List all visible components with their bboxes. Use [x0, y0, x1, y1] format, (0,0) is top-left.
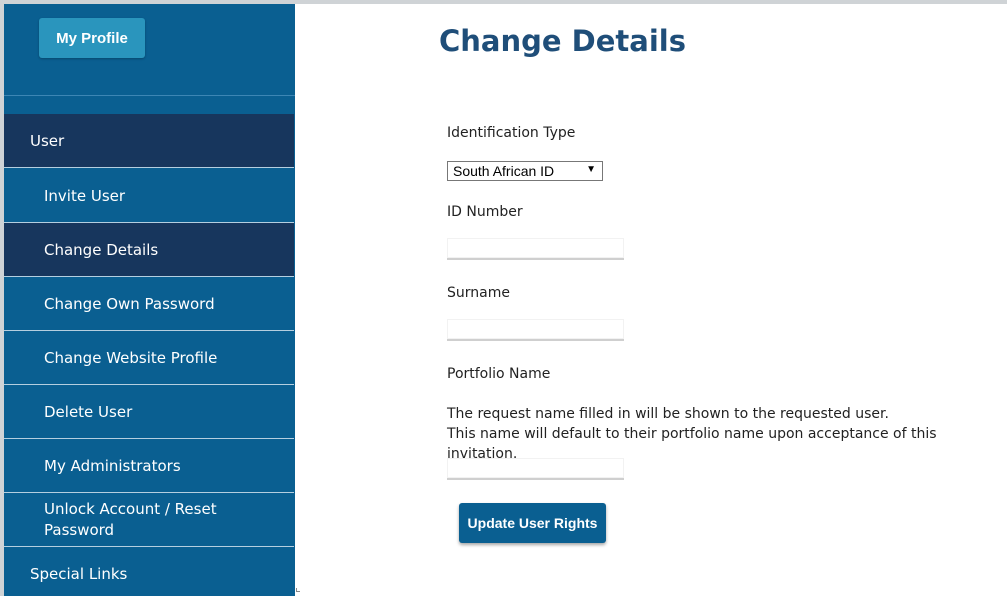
resize-handle-icon	[296, 588, 300, 592]
sidebar-item-label: Special Links	[30, 564, 128, 583]
sidebar-item-invite-user[interactable]: Invite User	[4, 169, 294, 223]
sidebar-item-label: Change Own Password	[44, 294, 215, 313]
my-profile-button[interactable]: My Profile	[39, 18, 145, 58]
sidebar-item-my-administrators[interactable]: My Administrators	[4, 439, 294, 493]
note-line-2: This name will default to their portfoli…	[447, 426, 937, 462]
identification-type-select[interactable]: South African ID ▼	[447, 161, 603, 181]
identification-type-label: Identification Type	[447, 125, 576, 141]
surname-input[interactable]	[447, 319, 624, 341]
dropdown-arrow-icon: ▼	[586, 164, 596, 175]
identification-type-value: South African ID	[453, 163, 555, 179]
id-number-label: ID Number	[447, 204, 523, 220]
sidebar-item-label: Unlock Account / Reset Password	[44, 499, 217, 541]
profile-area: My Profile	[4, 4, 295, 96]
sidebar-item-delete-user[interactable]: Delete User	[4, 385, 294, 439]
sidebar-item-unlock-account[interactable]: Unlock Account / Reset Password	[4, 493, 294, 547]
portfolio-name-input[interactable]	[447, 458, 624, 480]
update-user-rights-button[interactable]: Update User Rights	[459, 503, 606, 543]
surname-label: Surname	[447, 285, 510, 301]
sidebar-item-label: My Administrators	[44, 456, 181, 475]
id-number-input[interactable]	[447, 238, 624, 260]
sidebar-item-label: Change Website Profile	[44, 348, 218, 367]
portfolio-name-note: The request name filled in will be shown…	[447, 404, 1007, 464]
sidebar: My Profile User Invite User Change Detai…	[4, 4, 295, 596]
sidebar-item-label: Change Details	[44, 240, 159, 259]
portfolio-name-label: Portfolio Name	[447, 366, 551, 382]
sidebar-item-special-links[interactable]: Special Links	[4, 547, 294, 596]
sidebar-item-change-website-profile[interactable]: Change Website Profile	[4, 331, 294, 385]
page-title: Change Details	[439, 24, 686, 58]
sidebar-item-change-details[interactable]: Change Details	[4, 223, 294, 277]
sidebar-item-label-line1: Unlock Account / Reset	[44, 499, 217, 518]
sidebar-item-change-own-password[interactable]: Change Own Password	[4, 277, 294, 331]
sidebar-item-label: Invite User	[44, 186, 126, 205]
sidebar-item-user[interactable]: User	[4, 114, 294, 168]
sidebar-item-label: Delete User	[44, 402, 133, 421]
sidebar-item-label-line2: Password	[44, 520, 115, 539]
note-line-1: The request name filled in will be shown…	[447, 406, 889, 422]
sidebar-item-label: User	[30, 131, 65, 150]
